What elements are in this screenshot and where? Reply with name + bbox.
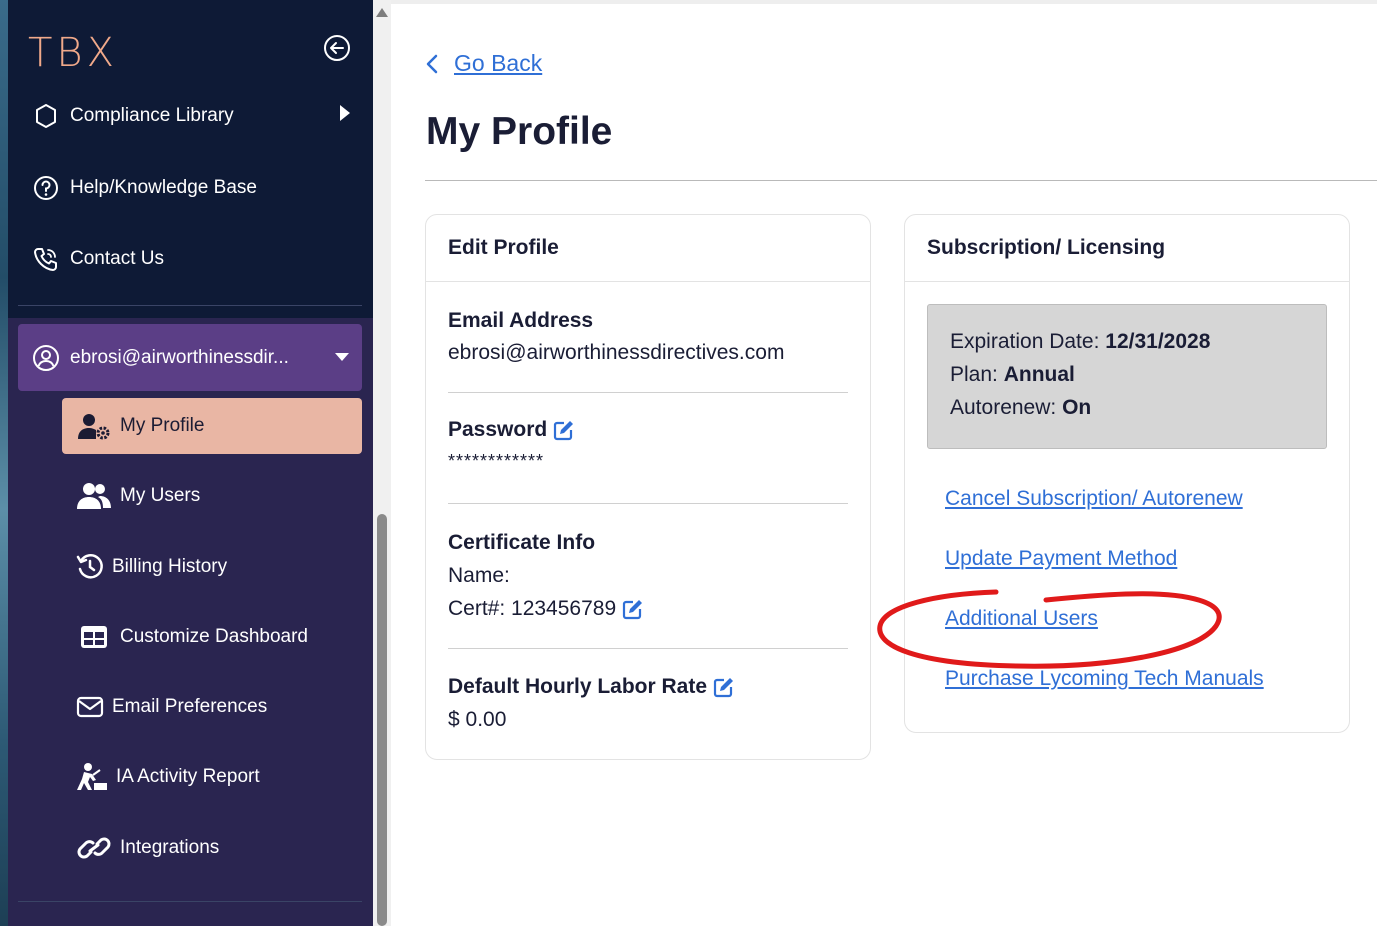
sidebar-item-integrations[interactable]: Integrations <box>62 820 362 876</box>
hexagon-icon <box>32 102 60 130</box>
users-icon <box>76 481 112 511</box>
sidebar-item-label: My Profile <box>120 415 205 436</box>
sidebar-item-label: Customize Dashboard <box>120 626 308 647</box>
collapse-sidebar-button[interactable] <box>323 34 351 62</box>
chevron-left-icon <box>426 54 438 73</box>
scroll-up-arrow-icon[interactable] <box>376 8 388 17</box>
password-value: ************ <box>448 451 545 471</box>
subscription-heading: Subscription/ Licensing <box>905 215 1349 282</box>
cert-name: Name: <box>448 564 510 587</box>
field-divider <box>448 648 848 649</box>
user-circle-icon <box>32 344 60 372</box>
labor-rate-label: Default Hourly Labor Rate <box>448 675 708 698</box>
additional-users-link[interactable]: Additional Users <box>945 607 1098 631</box>
sidebar-item-label: Contact Us <box>70 248 164 269</box>
sidebar-item-label: My Users <box>120 485 201 506</box>
account-email: ebrosi@airworthinessdir... <box>70 346 289 368</box>
edit-cert-icon[interactable] <box>622 598 644 620</box>
go-back-label: Go Back <box>454 50 543 76</box>
autorenew-line: Autorenew: On <box>950 396 1091 420</box>
plan-line: Plan: Annual <box>950 363 1075 387</box>
sidebar-item-label: Help/Knowledge Base <box>70 177 257 198</box>
history-icon <box>76 552 104 582</box>
sidebar-divider <box>18 901 362 902</box>
go-back-link[interactable]: Go Back <box>424 50 542 77</box>
caret-down-icon <box>335 353 349 361</box>
email-label: Email Address <box>448 309 594 332</box>
envelope-icon <box>76 692 104 722</box>
sidebar-item-help[interactable]: Help/Knowledge Base <box>32 168 257 208</box>
sidebar-item-label: Compliance Library <box>70 105 234 126</box>
update-payment-link[interactable]: Update Payment Method <box>945 547 1177 571</box>
sidebar-divider <box>18 305 362 306</box>
edit-profile-heading: Edit Profile <box>426 215 870 282</box>
sidebar: TBX Compliance Library Help/Knowledge Ba… <box>8 0 373 926</box>
edit-password-icon[interactable] <box>553 419 575 441</box>
expiration-line: Expiration Date: 12/31/2028 <box>950 330 1210 354</box>
sidebar-item-billing-history[interactable]: Billing History <box>62 539 362 595</box>
edit-profile-card: Edit Profile Email Address ebrosi@airwor… <box>425 214 871 760</box>
sidebar-item-my-profile[interactable]: My Profile <box>62 398 362 454</box>
expiration-value: 12/31/2028 <box>1105 330 1211 353</box>
sidebar-item-email-preferences[interactable]: Email Preferences <box>62 679 362 735</box>
sidebar-item-label: Integrations <box>120 837 220 858</box>
page-title: My Profile <box>426 110 613 153</box>
question-circle-icon <box>32 174 60 202</box>
sidebar-item-customize-dashboard[interactable]: Customize Dashboard <box>62 609 362 665</box>
password-row: Password <box>448 418 575 442</box>
plan-label: Plan: <box>950 363 998 386</box>
title-divider <box>425 180 1377 181</box>
link-icon <box>76 833 112 863</box>
cancel-subscription-link[interactable]: Cancel Subscription/ Autorenew <box>945 487 1243 511</box>
sidebar-item-label: IA Activity Report <box>116 766 260 787</box>
grid-icon <box>76 622 112 652</box>
plan-value: Annual <box>1003 363 1075 386</box>
scrollbar-thumb[interactable] <box>377 514 387 926</box>
autorenew-label: Autorenew: <box>950 396 1057 419</box>
sidebar-item-contact[interactable]: Contact Us <box>32 239 164 279</box>
cert-number: Cert#: 123456789 <box>448 597 617 620</box>
cert-number-row: Cert#: 123456789 <box>448 597 644 621</box>
sidebar-item-compliance-library[interactable]: Compliance Library <box>32 96 234 136</box>
cert-label: Certificate Info <box>448 531 596 554</box>
sidebar-item-label: Billing History <box>112 556 228 577</box>
phone-icon <box>32 245 60 273</box>
user-gear-icon <box>76 411 112 441</box>
arrow-left-circle-icon <box>324 35 350 61</box>
subscription-info-box: Expiration Date: 12/31/2028 Plan: Annual… <box>927 304 1327 449</box>
labor-rate-row: Default Hourly Labor Rate <box>448 675 735 699</box>
edit-labor-rate-icon[interactable] <box>713 676 735 698</box>
sidebar-item-my-users[interactable]: My Users <box>62 468 362 524</box>
password-label: Password <box>448 418 548 441</box>
autorenew-value: On <box>1062 396 1092 419</box>
worker-icon <box>76 762 108 792</box>
field-divider <box>448 392 848 393</box>
labor-rate-value: $ 0.00 <box>448 708 507 731</box>
email-value: ebrosi@airworthinessdirectives.com <box>448 341 785 364</box>
purchase-manuals-link[interactable]: Purchase Lycoming Tech Manuals <box>945 667 1264 691</box>
field-divider <box>448 503 848 504</box>
sidebar-item-ia-activity-report[interactable]: IA Activity Report <box>62 749 362 805</box>
sidebar-item-label: Email Preferences <box>112 696 268 717</box>
top-border <box>391 0 1377 4</box>
account-dropdown[interactable]: ebrosi@airworthinessdir... <box>18 324 362 391</box>
expiration-label: Expiration Date: <box>950 330 1100 353</box>
caret-right-icon[interactable] <box>338 104 352 122</box>
logo: TBX <box>28 30 119 76</box>
subscription-card: Subscription/ Licensing Expiration Date:… <box>904 214 1350 733</box>
desktop-background <box>0 0 8 926</box>
app-root: TBX Compliance Library Help/Knowledge Ba… <box>0 0 1377 926</box>
